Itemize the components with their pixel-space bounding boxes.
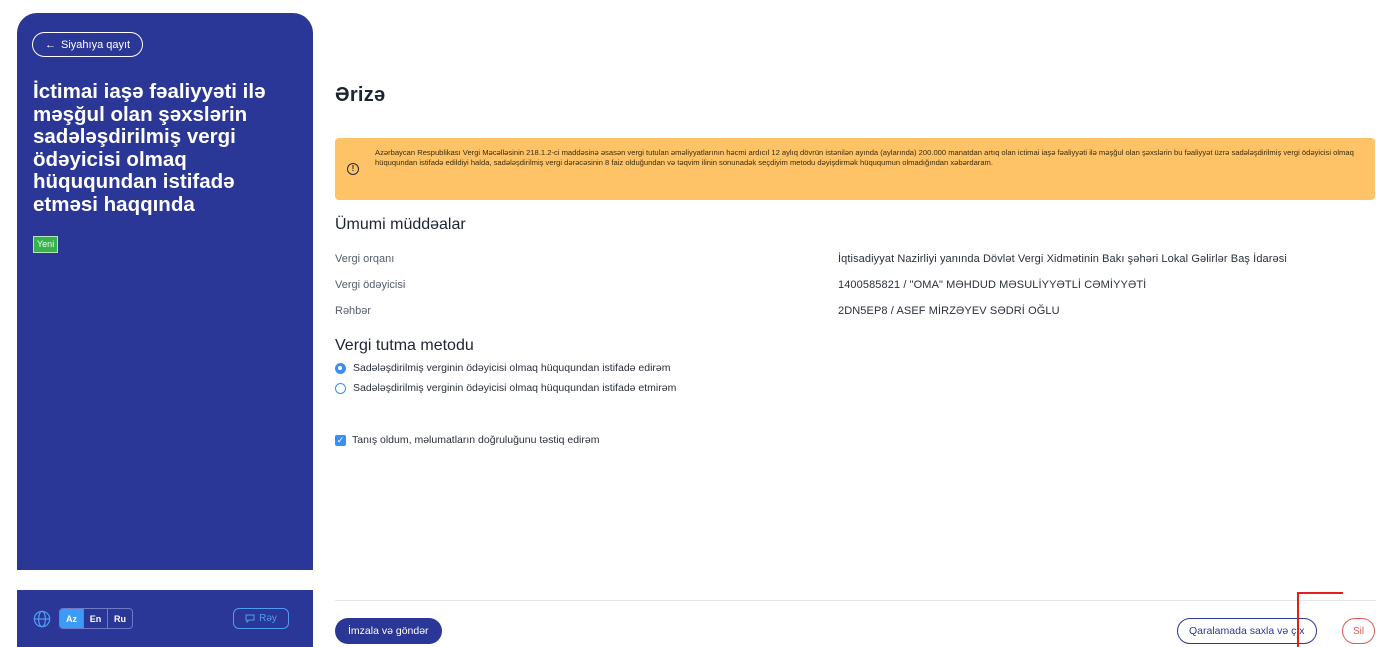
tax-authority-label: Vergi orqanı bbox=[335, 253, 395, 265]
method-option-use[interactable]: Sadələşdirilmiş verginin ödəyicisi olmaq… bbox=[335, 362, 671, 374]
confirm-checkbox[interactable]: ✓ bbox=[335, 434, 346, 446]
page-title: Ərizə bbox=[335, 84, 386, 106]
footer-divider bbox=[335, 600, 1376, 601]
method-option-not-use[interactable]: Sadələşdirilmiş verginin ödəyicisi olmaq… bbox=[335, 382, 676, 394]
status-badge: Yeni bbox=[33, 236, 59, 253]
confirm-label: Tanış oldum, məlumatların doğruluğunu tə… bbox=[352, 434, 600, 446]
globe-icon bbox=[33, 610, 51, 628]
highlight-frame bbox=[1297, 592, 1343, 647]
save-draft-button[interactable]: Qaralamada saxla və çıx bbox=[1177, 618, 1317, 644]
confirm-checkbox-row[interactable]: ✓ Tanış oldum, məlumatların doğruluğunu … bbox=[335, 434, 599, 446]
alert-text: Azərbaycan Respublikası Vergi Məcəlləsin… bbox=[375, 148, 1354, 168]
language-az-button[interactable]: Az bbox=[60, 609, 84, 628]
tax-authority-value: İqtisadiyyat Nazirliyi yanında Dövlət Ve… bbox=[838, 253, 1287, 265]
language-switcher: Az En Ru bbox=[59, 608, 133, 629]
back-to-list-button[interactable]: ← Siyahıya qayıt bbox=[32, 32, 144, 57]
manager-value: 2DN5EP8 / ASEF MİRZƏYEV SƏDRİ OĞLU bbox=[838, 305, 1060, 317]
method-option-use-label: Sadələşdirilmiş verginin ödəyicisi olmaq… bbox=[353, 362, 671, 374]
warning-alert: ! Azərbaycan Respublikası Vergi Məcəlləs… bbox=[335, 138, 1375, 200]
radio-unchecked[interactable] bbox=[335, 382, 346, 394]
general-section-title: Ümumi müddəalar bbox=[335, 216, 466, 233]
back-button-label: Siyahıya qayıt bbox=[61, 38, 131, 51]
comment-icon bbox=[245, 614, 255, 623]
method-option-not-use-label: Sadələşdirilmiş verginin ödəyicisi olmaq… bbox=[353, 382, 677, 394]
feedback-button[interactable]: Rəy bbox=[233, 608, 289, 629]
language-ru-button[interactable]: Ru bbox=[108, 609, 132, 628]
sidebar-panel: ← Siyahıya qayıt İctimai iaşə fəaliyyəti… bbox=[17, 13, 313, 570]
taxpayer-label: Vergi ödəyicisi bbox=[335, 279, 406, 291]
sign-and-send-button[interactable]: İmzala və göndər bbox=[335, 618, 442, 644]
arrow-left-icon: ← bbox=[45, 38, 56, 51]
sidebar-footer: Az En Ru Rəy bbox=[17, 590, 313, 647]
language-en-button[interactable]: En bbox=[84, 609, 108, 628]
main-content: Ərizə ! Azərbaycan Respublikası Vergi Mə… bbox=[335, 0, 1376, 647]
manager-label: Rəhbər bbox=[335, 305, 372, 317]
delete-button[interactable]: Sil bbox=[1342, 618, 1375, 644]
application-title: İctimai iaşə fəaliyyəti ilə məşğul olan … bbox=[33, 80, 266, 216]
feedback-label: Rəy bbox=[259, 613, 277, 624]
radio-checked[interactable] bbox=[335, 362, 346, 374]
warning-icon: ! bbox=[347, 163, 359, 175]
tax-method-section-title: Vergi tutma metodu bbox=[335, 337, 474, 354]
taxpayer-value: 1400585821 / "OMA" MƏHDUD MƏSULİYYƏTLİ C… bbox=[838, 279, 1147, 291]
